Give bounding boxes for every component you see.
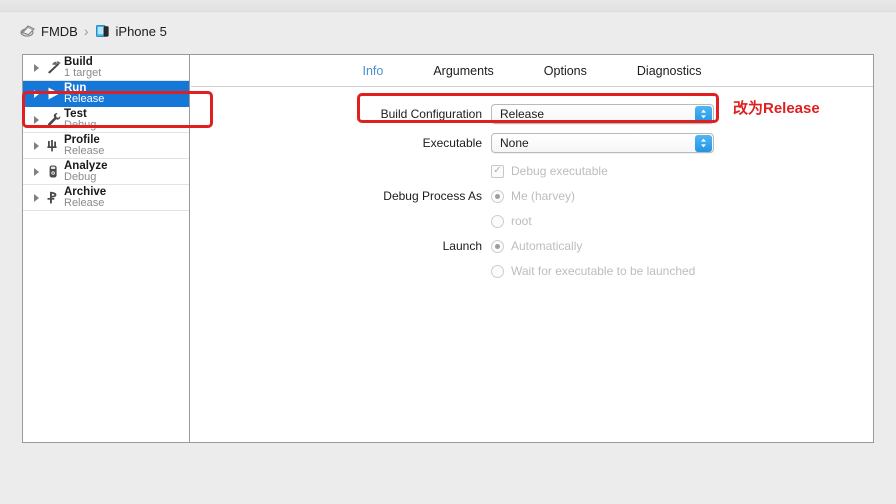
footer-bar: Duplicate Scheme Manage Schemes... Share… (0, 455, 896, 504)
play-icon (42, 81, 64, 107)
launch-label: Launch (442, 239, 482, 253)
sidebar-item-subtitle: 1 target (64, 66, 102, 79)
chevron-updown-icon[interactable] (695, 106, 712, 123)
sidebar-item-subtitle: Debug (64, 170, 97, 183)
sidebar-item-title: Test (64, 107, 87, 120)
field-debug-executable[interactable]: ✓ Debug executable (191, 161, 873, 181)
debug-process-as-option-root[interactable]: root (491, 211, 873, 231)
wrench-icon (42, 107, 64, 133)
debug-process-as-option-label: Me (harvey) (511, 189, 576, 203)
breadcrumb-item-device[interactable]: iPhone 5 (95, 24, 167, 39)
debug-process-as-radio-root[interactable] (491, 214, 504, 228)
tab-info[interactable]: Info (360, 62, 385, 80)
launch-option-wait[interactable]: Wait for executable to be launched (491, 261, 873, 281)
sidebar-item-title: Build (64, 55, 93, 68)
sidebar-item-title: Analyze (64, 159, 108, 172)
iphone-device-icon (95, 24, 111, 38)
tab-arguments[interactable]: Arguments (431, 62, 495, 80)
tab-diagnostics[interactable]: Diagnostics (635, 62, 704, 80)
debug-process-as-radio-me[interactable] (491, 189, 504, 203)
sidebar-item-run[interactable]: Run Release (23, 81, 189, 107)
launch-radio-wait[interactable] (491, 264, 504, 278)
breadcrumb-project-label: FMDB (41, 23, 78, 39)
executable-value: None (500, 136, 529, 150)
sidebar-item-analyze[interactable]: Analyze Debug (23, 159, 189, 185)
executable-label: Executable (422, 136, 482, 150)
launch-option-label: Automatically (511, 239, 583, 253)
sidebar-item-archive[interactable]: Archive Release (23, 185, 189, 211)
chevron-right-icon[interactable] (31, 159, 42, 185)
field-debug-process-as: Debug Process As Me (harvey) (191, 186, 873, 206)
breadcrumb-device-label: iPhone 5 (115, 23, 167, 39)
sidebar-item-subtitle: Release (64, 92, 105, 105)
sidebar-item-subtitle: Release (64, 196, 105, 209)
scheme-editor-window: FMDB › iPhone 5 Build 1 target Run Relea… (0, 0, 896, 504)
detail-tabbar: Info Arguments Options Diagnostics (191, 55, 873, 87)
sidebar-item-title: Archive (64, 185, 107, 198)
hammer-icon (42, 55, 64, 81)
checkmark-icon: ✓ (493, 165, 502, 176)
tab-options[interactable]: Options (542, 62, 589, 80)
chevron-right-icon[interactable] (31, 55, 42, 81)
scheme-action-list: Build 1 target Run Release Test Debug Pr… (23, 55, 190, 442)
chevron-updown-icon[interactable] (695, 135, 712, 152)
field-executable: Executable None (191, 132, 873, 154)
sidebar-item-profile[interactable]: Profile Release (23, 133, 189, 159)
sidebar-item-build[interactable]: Build 1 target (23, 55, 189, 81)
sidebar-item-subtitle: Release (64, 144, 105, 157)
sidebar-item-subtitle: Debug (64, 118, 97, 131)
launch-radio-automatically[interactable] (491, 239, 504, 253)
chevron-right-icon[interactable] (31, 185, 42, 211)
archive-icon (42, 185, 64, 211)
xcode-project-icon (20, 24, 36, 38)
sidebar-item-title: Profile (64, 133, 100, 146)
breadcrumb-separator: › (83, 23, 89, 39)
debug-executable-checkbox[interactable]: ✓ (491, 164, 504, 178)
chevron-right-icon[interactable] (31, 81, 42, 107)
debug-executable-label: Debug executable (511, 164, 608, 178)
annotation-change-to-release: 改为Release (733, 100, 820, 117)
sidebar-item-test[interactable]: Test Debug (23, 107, 189, 133)
breadcrumb: FMDB › iPhone 5 (20, 20, 167, 42)
debug-process-as-label: Debug Process As (383, 189, 482, 203)
executable-select[interactable]: None (491, 133, 714, 153)
chevron-right-icon[interactable] (31, 133, 42, 159)
build-configuration-label: Build Configuration (380, 107, 482, 121)
debug-process-as-option-label: root (511, 214, 532, 228)
field-launch: Launch Automatically (191, 236, 873, 256)
stethoscope-icon (42, 159, 64, 185)
breadcrumb-item-project[interactable]: FMDB (20, 24, 78, 39)
window-titlebar (0, 0, 896, 12)
build-configuration-value: Release (500, 107, 545, 121)
sidebar-item-title: Run (64, 81, 87, 94)
launch-option-label: Wait for executable to be launched (511, 264, 696, 278)
build-configuration-select[interactable]: Release (491, 104, 714, 124)
chevron-right-icon[interactable] (31, 107, 42, 133)
gauge-icon (42, 133, 64, 159)
